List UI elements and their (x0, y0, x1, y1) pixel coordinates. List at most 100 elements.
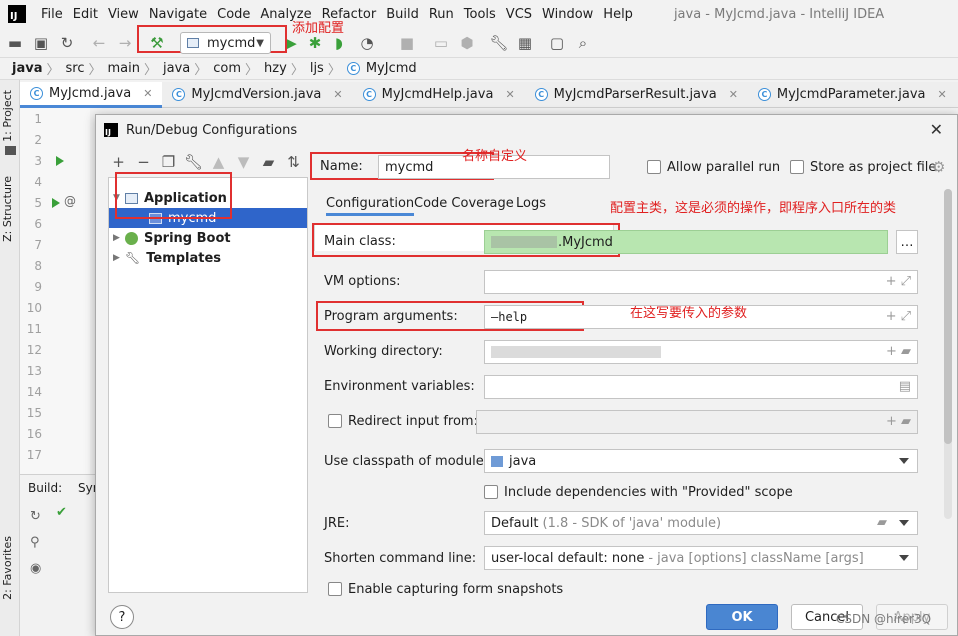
move-down-icon[interactable]: ▼ (231, 153, 256, 171)
scrollbar-thumb[interactable] (944, 189, 952, 444)
project-structure-icon[interactable]: ▦ (516, 34, 534, 52)
tree-item-templates[interactable]: ▶ 🔧︎ Templates (109, 248, 307, 268)
close-icon[interactable]: ✕ (333, 88, 342, 101)
tab-code-coverage[interactable]: Code Coverage (414, 196, 514, 211)
structure-tool-tab[interactable]: Z: Structure (1, 176, 14, 242)
tab-myjcmd[interactable]: C MyJcmd.java ✕ (20, 81, 163, 108)
include-deps-checkbox[interactable] (484, 485, 498, 499)
folder-icon[interactable]: + ▰ (886, 344, 911, 359)
breadcrumb-item[interactable]: MyJcmd (366, 61, 417, 76)
save-icon[interactable]: ▣ (32, 34, 50, 52)
back-icon[interactable]: ← (90, 34, 108, 52)
breadcrumb-item[interactable]: hzy (264, 61, 287, 76)
browse-main-class-button[interactable]: … (896, 230, 918, 254)
folder-icon[interactable]: ▰ (256, 153, 281, 171)
form-scrollbar[interactable] (944, 189, 952, 519)
annotation-box-application (115, 172, 232, 219)
expand-icon[interactable]: + ⤢ (886, 274, 911, 289)
expand-icon[interactable]: + ⤢ (886, 309, 911, 324)
favorites-tool-tab[interactable]: 2: Favorites (1, 536, 14, 600)
menu-edit[interactable]: Edit (68, 7, 103, 22)
close-icon[interactable]: ✕ (729, 88, 738, 101)
folder-icon[interactable]: ▰ (877, 515, 887, 530)
project-tool-tab[interactable]: 1: Project (1, 90, 14, 142)
vm-options-field[interactable]: + ⤢ (484, 270, 918, 294)
run-gutter-icon[interactable] (52, 198, 60, 208)
search-icon[interactable]: ⌕ (574, 34, 592, 52)
menu-code[interactable]: Code (212, 7, 255, 22)
menu-file[interactable]: File (36, 7, 68, 22)
tab-myjcmdparserresult[interactable]: C MyJcmdParserResult.java ✕ (525, 82, 748, 108)
eye-icon[interactable]: ◉ (30, 561, 41, 576)
close-icon[interactable]: ✕ (930, 120, 943, 139)
env-vars-field[interactable]: ▤ (484, 375, 918, 399)
breadcrumb-item[interactable]: ljs (310, 61, 324, 76)
menu-navigate[interactable]: Navigate (144, 7, 212, 22)
open-folder-icon[interactable]: ▬ (6, 34, 24, 52)
expand-arrow-icon[interactable]: ▶ (113, 233, 125, 243)
redacted-path (491, 346, 661, 358)
menu-build[interactable]: Build (381, 7, 424, 22)
breadcrumb-item[interactable]: src (66, 61, 85, 76)
edit-list-icon[interactable]: ▤ (899, 379, 911, 394)
shorten-select[interactable]: user-local default: none - java [options… (484, 546, 918, 570)
dialog-title: Run/Debug Configurations (126, 122, 298, 138)
gear-icon[interactable]: ⚙ (932, 158, 945, 176)
run-gutter-icon[interactable] (56, 156, 64, 166)
tree-item-spring-boot[interactable]: ▶ Spring Boot (109, 228, 307, 248)
capture-snapshots-label: Enable capturing form snapshots (348, 582, 564, 597)
debug-icon[interactable]: ✱ (306, 34, 324, 52)
menu-window[interactable]: Window (537, 7, 598, 22)
classpath-module-select[interactable]: java (484, 449, 918, 473)
sort-icon[interactable]: ⇅ (281, 153, 306, 171)
profile-icon[interactable]: ◔ (358, 34, 376, 52)
intellij-logo-icon: IJ (8, 5, 26, 23)
breadcrumb-item[interactable]: main (108, 61, 140, 76)
allow-parallel-checkbox[interactable] (647, 160, 661, 174)
menu-run[interactable]: Run (424, 7, 459, 22)
ok-button[interactable]: OK (706, 604, 778, 630)
menu-view[interactable]: View (103, 7, 144, 22)
redirect-input-checkbox[interactable] (328, 414, 342, 428)
add-icon[interactable]: + (106, 153, 131, 171)
close-icon[interactable]: ✕ (505, 88, 514, 101)
jre-select[interactable]: Default (1.8 - SDK of 'java' module) ▰ (484, 511, 918, 535)
tab-myjcmdparameter[interactable]: C MyJcmdParameter.java ✕ (748, 82, 957, 108)
tab-myjcmdhelp[interactable]: C MyJcmdHelp.java ✕ (353, 82, 525, 108)
pin-icon[interactable]: ⚲ (30, 535, 40, 550)
close-icon[interactable]: ✕ (143, 87, 152, 100)
run-config-dropdown[interactable]: mycmd ▼ (180, 32, 271, 54)
tab-myjcmdversion[interactable]: C MyJcmdVersion.java ✕ (162, 82, 352, 108)
forward-icon[interactable]: → (116, 34, 134, 52)
tab-logs[interactable]: Logs (516, 196, 546, 211)
close-icon[interactable]: ✕ (938, 88, 947, 101)
sync-icon[interactable]: ↻ (58, 34, 76, 52)
working-dir-field[interactable]: + ▰ (484, 340, 918, 364)
expand-arrow-icon[interactable]: ▶ (113, 253, 125, 263)
move-up-icon[interactable]: ▲ (206, 153, 231, 171)
settings-wrench-icon[interactable]: 🔧︎ (489, 34, 508, 52)
stop-icon[interactable]: ■ (398, 34, 416, 52)
remove-icon[interactable]: − (131, 153, 156, 171)
breadcrumb-item[interactable]: java (12, 61, 42, 76)
rerun-icon[interactable]: ↻ (30, 509, 41, 524)
menu-vcs[interactable]: VCS (501, 7, 537, 22)
copy-icon[interactable]: ❐ (156, 153, 181, 171)
tab-configuration[interactable]: Configuration (326, 196, 415, 216)
store-as-project-checkbox[interactable] (790, 160, 804, 174)
capture-snapshots-checkbox[interactable] (328, 582, 342, 596)
redirect-input-field[interactable]: + ▰ (476, 410, 918, 434)
menu-help[interactable]: Help (598, 7, 638, 22)
attach-icon[interactable]: ▭ (432, 34, 450, 52)
breadcrumb-item[interactable]: java (163, 61, 190, 76)
vcs-update-icon[interactable]: ⬢ (458, 34, 476, 52)
breadcrumb-item[interactable]: com (213, 61, 241, 76)
terminal-icon[interactable]: ▢ (548, 34, 566, 52)
help-button[interactable]: ? (110, 605, 134, 629)
wrench-icon[interactable]: 🔧︎ (181, 153, 206, 171)
coverage-icon[interactable]: ◗ (330, 34, 348, 52)
menu-tools[interactable]: Tools (459, 7, 501, 22)
folder-icon[interactable]: + ▰ (886, 414, 911, 429)
build-tab[interactable]: Build: (28, 481, 62, 495)
main-class-field[interactable]: .MyJcmd (484, 230, 888, 254)
